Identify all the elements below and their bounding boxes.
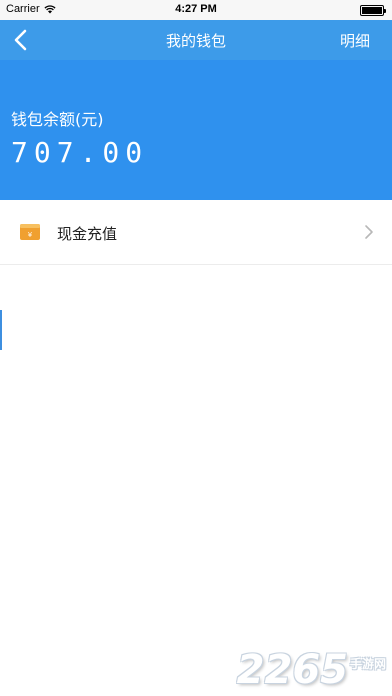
wallet-screen: Carrier 4:27 PM 我的钱包 明细 钱包余额(元) 707.00 ¥… [0, 0, 392, 696]
svg-text:¥: ¥ [28, 231, 33, 239]
battery-fill [362, 7, 382, 14]
left-edge-indicator [0, 310, 2, 350]
cash-recharge-item[interactable]: ¥ 现金充值 [0, 200, 392, 265]
balance-label: 钱包余额(元) [11, 110, 104, 129]
status-time: 4:27 PM [175, 3, 217, 15]
watermark-logo: 2265 [236, 647, 348, 693]
page-title: 我的钱包 [165, 32, 226, 50]
battery-full-icon [360, 5, 386, 16]
balance-panel: 钱包余额(元) 707.00 [0, 60, 392, 200]
status-bar: Carrier 4:27 PM [0, 0, 392, 20]
watermark-text: 手游网 [349, 657, 386, 671]
watermark: 2265 手游网 [237, 644, 386, 690]
cash-recharge-label: 现金充值 [57, 225, 118, 243]
details-button[interactable]: 明细 [340, 30, 370, 51]
wallet-icon: ¥ [19, 223, 41, 241]
nav-bar: 我的钱包 明细 [0, 20, 392, 60]
content-area [0, 266, 392, 696]
balance-amount: 707.00 [11, 136, 149, 169]
chevron-right-icon [364, 224, 374, 240]
